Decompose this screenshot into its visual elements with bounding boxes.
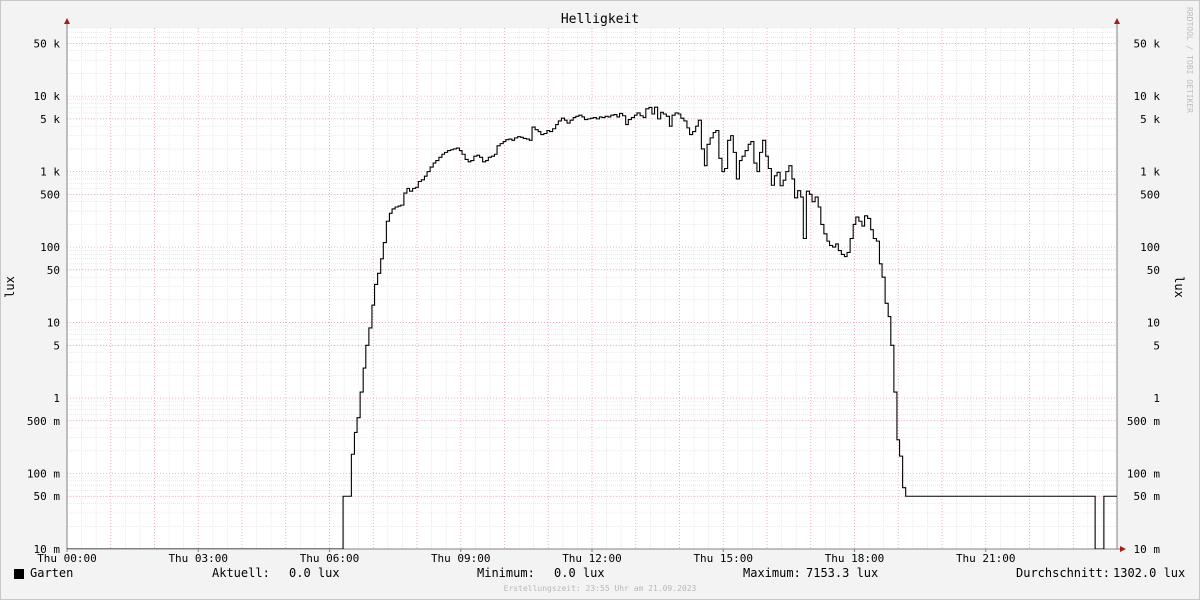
y-tick-label: 100 m [27, 468, 60, 481]
y-tick-label: 1 k [1140, 166, 1160, 179]
maximum-value: 7153.3 lux [806, 566, 879, 580]
y-tick-label: 1 [53, 392, 60, 405]
x-tick-label: Thu 12:00 [562, 552, 622, 565]
x-axis-arrow [1120, 546, 1126, 552]
x-tick-labels: Thu 00:00 Thu 03:00 Thu 06:00 Thu 09:00 Thu … [37, 552, 1015, 565]
x-tick-label: Thu 03:00 [168, 552, 228, 565]
x-tick-label: Thu 21:00 [956, 552, 1016, 565]
x-tick-label: Thu 15:00 [693, 552, 753, 565]
x-tick-label: Thu 18:00 [825, 552, 885, 565]
minimum-label: Minimum: [477, 566, 535, 580]
y-tick-label: 500 m [27, 415, 60, 428]
x-tick-label: Thu 09:00 [431, 552, 491, 565]
x-tick-label: Thu 06:00 [300, 552, 360, 565]
chart-title: Helligkeit [561, 12, 639, 27]
y-axis-arrow-left [64, 18, 70, 24]
y-tick-label: 50 m [1134, 490, 1161, 503]
y-tick-label: 50 k [34, 37, 61, 50]
maximum-label: Maximum: [743, 566, 801, 580]
legend: Garten Aktuell: 0.0 lux Minimum: 0.0 lux… [0, 566, 1200, 586]
y-tick-label: 10 [47, 317, 60, 330]
y-tick-labels-right: 50 k 10 k 5 k 1 k 500 100 50 10 5 1 500 m 100 m 50 m… [1127, 37, 1160, 556]
y-tick-label: 10 m [1134, 543, 1161, 556]
series-swatch [14, 569, 24, 579]
minimum-value: 0.0 lux [554, 566, 605, 580]
y-tick-label: 100 m [1127, 468, 1160, 481]
y-tick-label: 10 k [1134, 90, 1161, 103]
y-tick-label: 10 [1147, 317, 1160, 330]
y-tick-label: 10 k [34, 90, 61, 103]
watermark: RRDTOOL / TOBI OETIKER [1185, 7, 1194, 113]
y-axis-arrow-right [1114, 18, 1120, 24]
legend-series-name: Garten [30, 566, 74, 580]
y-tick-label: 50 [1147, 264, 1160, 277]
y-axis-label-right: lux [1172, 276, 1186, 298]
y-tick-label: 1 k [40, 166, 60, 179]
y-axis-label-left: lux [3, 276, 17, 298]
y-tick-label: 5 [53, 339, 60, 352]
y-tick-label: 5 k [1140, 113, 1160, 126]
y-tick-label: 500 m [1127, 415, 1160, 428]
y-tick-label: 500 [1140, 188, 1160, 201]
y-tick-label: 5 k [40, 113, 60, 126]
y-tick-label: 1 [1153, 392, 1160, 405]
y-tick-label: 5 [1153, 339, 1160, 352]
x-tick-label: Thu 00:00 [37, 552, 97, 565]
average-value: 1302.0 lux [1113, 566, 1186, 580]
average-label: Durchschnitt: [1016, 566, 1110, 580]
current-value: 0.0 lux [289, 566, 340, 580]
footer-timestamp: Erstellungszeit: 23:55 Uhr am 21.09.2023 [503, 584, 697, 593]
y-tick-label: 50 [47, 264, 60, 277]
y-tick-label: 500 [40, 188, 60, 201]
y-tick-label: 100 [40, 241, 60, 254]
y-tick-label: 100 [1140, 241, 1160, 254]
y-tick-label: 50 k [1134, 37, 1161, 50]
y-tick-label: 50 m [34, 490, 61, 503]
current-label: Aktuell: [212, 566, 270, 580]
y-tick-labels-left: 50 k 10 k 5 k 1 k 500 100 50 10 5 1 500 m 100 m 50 m… [27, 37, 60, 556]
brightness-chart: 50 k 10 k 5 k 1 k 500 100 50 10 5 1 500 m 100 m 50 m… [3, 7, 1194, 565]
